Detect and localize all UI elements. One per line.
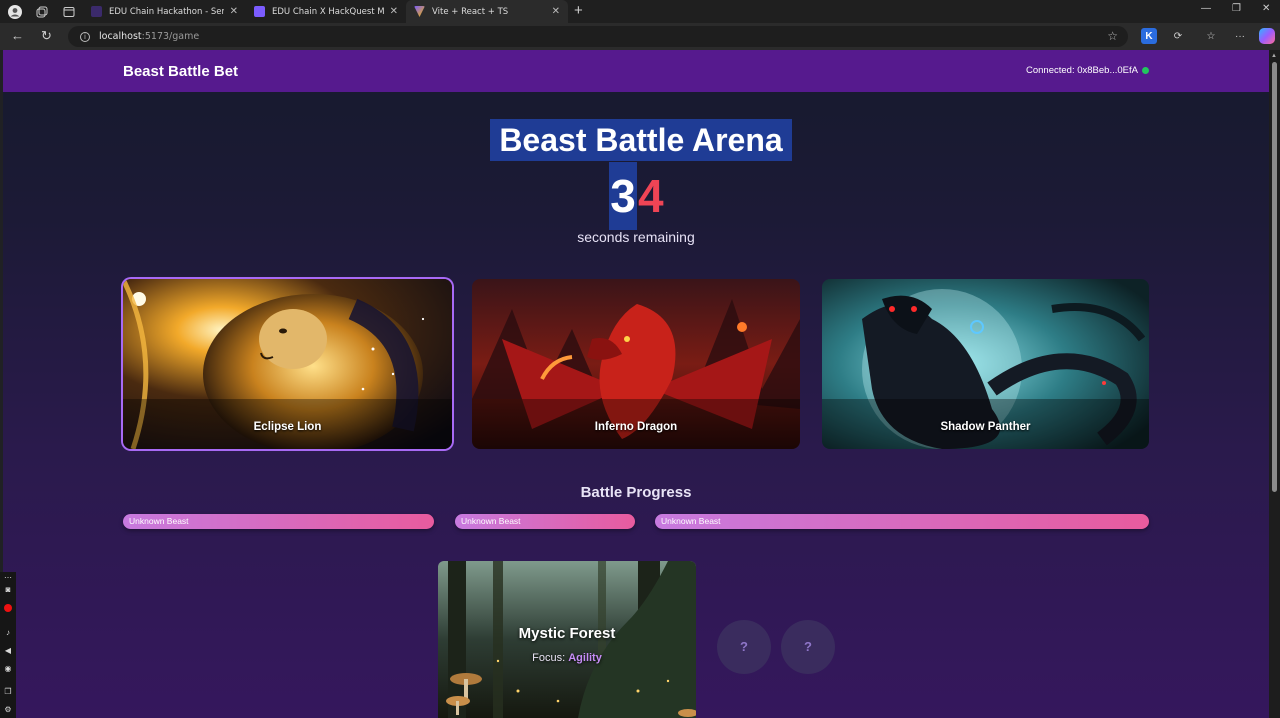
hidden-terrain-slot[interactable]: ? <box>717 620 771 674</box>
close-window-icon[interactable]: ✕ <box>1262 3 1270 14</box>
browser-address-bar: ← ↻ i localhost:5173/game ☆ K ⟳ ☆ ··· <box>0 23 1280 50</box>
tab-favicon-icon <box>254 6 265 17</box>
tab-title: EDU Chain Hackathon - Semester <box>109 6 224 17</box>
focus-value: Agility <box>568 652 602 664</box>
page-viewport: Beast Battle Bet Connected: 0x8Beb...0Ef… <box>3 50 1269 718</box>
screen-recorder-toolbar: ⋯ ◙ ♪ ◀ ◉ ❐ ⚙ <box>0 572 16 718</box>
terrain-card: Mystic Forest Focus: Agility <box>438 561 696 718</box>
beast-name: Inferno Dragon <box>594 421 678 433</box>
url-host: localhost <box>99 31 142 42</box>
more-menu-icon[interactable]: ··· <box>1232 28 1248 44</box>
favorite-star-icon[interactable]: ☆ <box>1107 29 1118 43</box>
tab-hackquest[interactable]: EDU Chain X HackQuest Mega Co ✕ <box>246 0 406 23</box>
app-header: Beast Battle Bet Connected: 0x8Beb...0Ef… <box>3 50 1269 92</box>
close-tab-icon[interactable]: ✕ <box>390 6 398 17</box>
app-logo[interactable]: Beast Battle Bet <box>123 63 238 80</box>
hidden-terrain-slot[interactable]: ? <box>781 620 835 674</box>
url-path: :5173/game <box>141 31 200 42</box>
speaker-icon[interactable]: ◀ <box>3 646 13 656</box>
arena-title: Beast Battle Arena <box>490 119 792 161</box>
tab-vite-react[interactable]: Vite + React + TS ✕ <box>406 0 568 23</box>
countdown-label: seconds remaining <box>577 229 695 245</box>
record-icon[interactable] <box>4 604 12 612</box>
scroll-up-arrow-icon[interactable]: ▲ <box>1271 53 1277 59</box>
webcam-icon[interactable]: ◉ <box>3 664 13 674</box>
recorder-menu-icon[interactable]: ⋯ <box>3 573 13 583</box>
microphone-icon[interactable]: ♪ <box>3 628 13 638</box>
new-tab-plus-icon[interactable]: + <box>574 2 583 19</box>
focus-label: Focus: <box>532 652 566 664</box>
countdown-digit: 3 <box>609 162 637 230</box>
beast-card-eclipse-lion[interactable]: Eclipse Lion <box>123 279 452 449</box>
scrollbar-thumb[interactable] <box>1272 62 1277 492</box>
connection-status-dot <box>1142 67 1149 74</box>
profile-icon[interactable] <box>7 4 23 20</box>
battle-progress-title: Battle Progress <box>580 484 692 501</box>
beast-card-shadow-panther[interactable]: Shadow Panther <box>822 279 1149 449</box>
tab-title: Vite + React + TS <box>432 6 509 17</box>
copilot-icon[interactable] <box>1259 28 1275 44</box>
tab-actions-icon[interactable] <box>61 4 77 20</box>
close-tab-icon[interactable]: ✕ <box>230 6 238 17</box>
battle-progress-bar: Unknown Beast <box>455 514 635 529</box>
workspaces-icon[interactable] <box>34 4 50 20</box>
minimize-icon[interactable]: — <box>1201 3 1211 14</box>
terrain-name: Mystic Forest <box>518 625 616 642</box>
countdown-digit: 4 <box>638 170 664 222</box>
close-tab-icon[interactable]: ✕ <box>552 6 560 17</box>
reload-icon[interactable]: ↻ <box>41 28 52 44</box>
wallet-connection-status: Connected: 0x8Beb...0EfA <box>1026 65 1138 76</box>
battle-progress-bar: Unknown Beast <box>655 514 1149 529</box>
beast-name: Shadow Panther <box>940 421 1031 433</box>
countdown-timer: 3 4 <box>609 162 664 230</box>
windows-icon[interactable]: ❐ <box>3 687 13 697</box>
camera-icon[interactable]: ◙ <box>3 585 13 595</box>
back-icon[interactable]: ← <box>11 28 24 43</box>
page-scrollbar[interactable]: ▲ <box>1269 50 1280 718</box>
extension-k-icon[interactable]: K <box>1141 28 1157 44</box>
beast-name: Eclipse Lion <box>253 421 322 433</box>
url-field[interactable]: i localhost:5173/game ☆ <box>68 26 1128 47</box>
battle-progress-bar: Unknown Beast <box>123 514 434 529</box>
tab-favicon-icon <box>91 6 102 17</box>
tab-edu-chain-hackathon[interactable]: EDU Chain Hackathon - Semester ✕ <box>83 0 246 23</box>
settings-gear-icon[interactable]: ⚙ <box>3 705 13 715</box>
terrain-focus: Focus: Agility <box>438 652 696 664</box>
site-info-icon[interactable]: i <box>80 31 90 42</box>
beast-card-inferno-dragon[interactable]: Inferno Dragon <box>472 279 800 449</box>
restore-icon[interactable]: ❐ <box>1232 3 1241 14</box>
extensions-puzzle-icon[interactable]: ⟳ <box>1170 28 1186 44</box>
tab-title: EDU Chain X HackQuest Mega Co <box>272 6 384 17</box>
vite-favicon-icon <box>414 6 425 17</box>
browser-tab-bar: EDU Chain Hackathon - Semester ✕ EDU Cha… <box>0 0 1280 23</box>
favorites-icon[interactable]: ☆ <box>1203 28 1219 44</box>
